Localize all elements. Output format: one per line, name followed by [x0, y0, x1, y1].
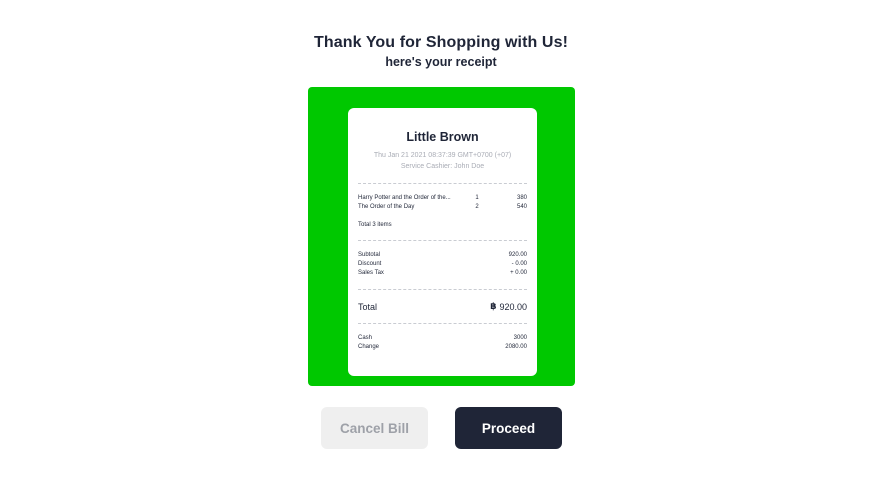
summary-row-subtotal: Subtotal 920.00 [358, 251, 527, 260]
item-price: 540 [516, 204, 527, 210]
baht-icon: ฿ [490, 301, 497, 311]
cash-label: Cash [358, 335, 373, 341]
item-qty: 2 [475, 204, 479, 210]
divider [358, 289, 527, 290]
store-name: Little Brown [406, 130, 479, 144]
list-item: Harry Potter and the Order of the... 1 3… [358, 194, 527, 203]
page-subtitle: here's your receipt [385, 55, 497, 69]
divider [358, 183, 527, 184]
subtotal-value: 920.00 [508, 252, 527, 258]
item-price: 380 [516, 195, 527, 201]
receipt-card: Little Brown Thu Jan 21 2021 08:37:39 GM… [348, 108, 537, 376]
discount-value: - 0.00 [511, 261, 527, 267]
payment-row-cash: Cash 3000 [358, 334, 527, 343]
change-label: Change [358, 344, 380, 350]
receipt-date: Thu Jan 21 2021 08:37:39 GMT+0700 (+07) [373, 152, 512, 159]
tax-label: Sales Tax [358, 270, 384, 276]
divider [358, 323, 527, 324]
total-items: Total 3 items [358, 221, 527, 230]
receipt-meta: Thu Jan 21 2021 08:37:39 GMT+0700 (+07) … [348, 151, 537, 172]
item-name: Harry Potter and the Order of the... [358, 195, 451, 201]
total-value: 920.00 [499, 301, 527, 312]
cash-value: 3000 [513, 335, 527, 341]
list-item: The Order of the Day 2 540 [358, 203, 527, 212]
item-qty: 1 [475, 195, 479, 201]
receipt-cashier: Service Cashier: John Doe [400, 162, 485, 170]
proceed-button[interactable]: Proceed [455, 407, 562, 449]
summary-row-discount: Discount - 0.00 [358, 260, 527, 269]
page-title: Thank You for Shopping with Us! [313, 34, 569, 51]
total-row: Total ฿ 920.00 [358, 301, 527, 312]
item-name: The Order of the Day [358, 204, 415, 210]
summary-row-tax: Sales Tax + 0.00 [358, 269, 527, 278]
payment-row-change: Change 2080.00 [358, 343, 527, 352]
subtotal-label: Subtotal [358, 252, 381, 258]
cancel-bill-button[interactable]: Cancel Bill [321, 407, 428, 449]
total-label: Total [358, 301, 378, 312]
tax-value: + 0.00 [510, 270, 527, 276]
change-value: 2080.00 [505, 344, 527, 350]
receipt-page: Thank You for Shopping with Us! here's y… [0, 0, 878, 490]
divider [358, 240, 527, 241]
discount-label: Discount [358, 261, 382, 267]
total-items-label: Total 3 items [358, 222, 392, 228]
